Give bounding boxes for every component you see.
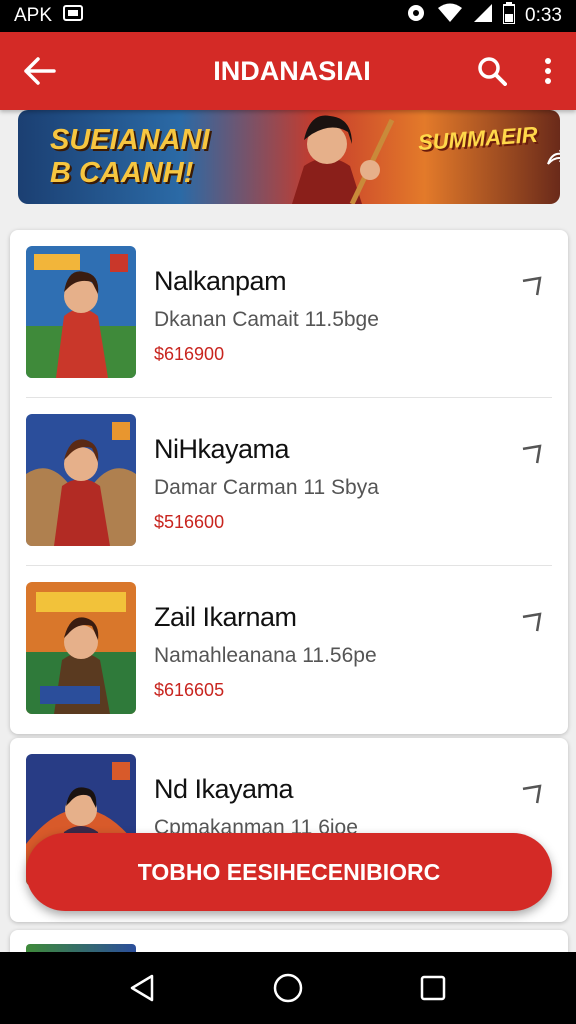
list-item[interactable]: NiHkayama Damar Carman 11 Sbya $516600 xyxy=(10,398,568,566)
battery-icon xyxy=(502,2,517,30)
banner-logo-line1: SUMMAEIR xyxy=(417,121,539,156)
banner-headline-line1: SUEIANANI xyxy=(50,124,210,156)
nav-home-icon xyxy=(273,973,303,1003)
nav-home-button[interactable] xyxy=(263,963,313,1013)
nav-back-icon xyxy=(130,974,153,1002)
banner-logo: SUMMAEIR xyxy=(417,121,539,156)
list-item[interactable]: Zail Ikarnam Namahleanana 11.56pe $61660… xyxy=(10,566,568,734)
status-bar: APK 0:33 xyxy=(0,0,576,32)
item-title: NiHkayama xyxy=(154,434,290,464)
app-bar: INDANASIAI xyxy=(0,32,576,110)
chevron-right-icon[interactable] xyxy=(522,438,548,464)
status-right: 0:33 xyxy=(405,2,562,30)
banner-headline: SUEIANANI B CAANH! xyxy=(50,124,210,190)
list-item[interactable]: Nalkanpam Dkanan Camait 11.5bge $616900 xyxy=(10,230,568,398)
nav-recents-icon xyxy=(421,975,446,1001)
more-vert-icon xyxy=(545,58,551,84)
item-price: $616900 xyxy=(154,344,225,364)
chevron-right-icon[interactable] xyxy=(522,270,548,296)
game-thumbnail xyxy=(26,582,136,714)
game-thumbnail xyxy=(26,414,136,546)
item-subtitle: Namahleanana 11.56pe xyxy=(154,644,377,667)
item-subtitle: Dkanan Camait 11.5bge xyxy=(154,308,379,331)
sync-icon xyxy=(405,2,427,30)
nav-recents-button[interactable] xyxy=(408,963,458,1013)
system-nav-bar xyxy=(0,952,576,1024)
chevron-right-icon[interactable] xyxy=(522,778,548,804)
status-left: APK xyxy=(14,4,84,28)
back-button[interactable] xyxy=(0,32,80,110)
item-price: $516600 xyxy=(154,512,225,532)
search-button[interactable] xyxy=(464,32,520,110)
search-icon xyxy=(478,57,507,86)
wifi-icon xyxy=(437,3,463,29)
status-app-label: APK xyxy=(14,5,53,26)
page-title: INDANASIAI xyxy=(213,55,371,86)
chevron-right-icon[interactable] xyxy=(522,606,548,632)
signal-icon xyxy=(473,3,493,29)
nav-back-button[interactable] xyxy=(118,963,168,1013)
back-arrow-icon xyxy=(24,57,56,85)
item-title: Zail Ikarnam xyxy=(154,602,297,632)
primary-action-button[interactable]: TOBHO EESIHECENIBIORC xyxy=(26,833,552,911)
item-subtitle: Damar Carman 11 Sbya xyxy=(154,476,379,499)
item-price: $616605 xyxy=(154,680,225,700)
game-list-card: Nalkanpam Dkanan Camait 11.5bge $616900 … xyxy=(10,230,568,734)
item-title: Nalkanpam xyxy=(154,266,287,296)
share-icon[interactable] xyxy=(546,148,560,173)
cast-icon xyxy=(62,4,84,28)
promo-banner[interactable]: SUEIANANI B CAANH! SUMMAEIR xyxy=(18,110,560,204)
game-thumbnail xyxy=(26,246,136,378)
item-title: Nd Ikayama xyxy=(154,774,294,804)
banner-hero-illustration xyxy=(292,115,395,204)
more-options-button[interactable] xyxy=(520,32,576,110)
banner-headline-line2: B CAANH! xyxy=(50,157,194,189)
status-time: 0:33 xyxy=(525,5,562,26)
